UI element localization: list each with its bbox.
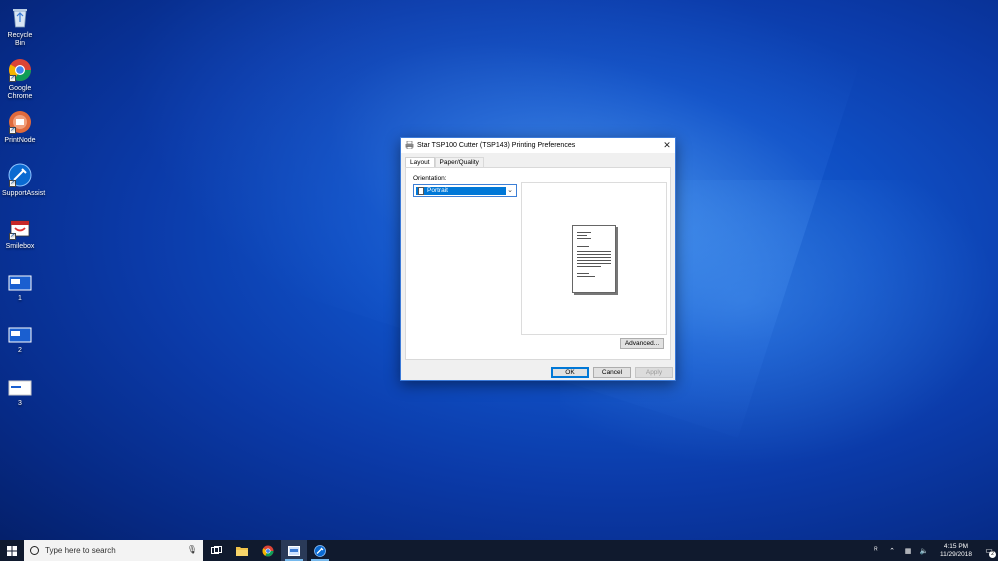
desktop-icon-label: Recycle Bin: [7, 32, 33, 47]
start-button[interactable]: [0, 540, 24, 561]
clock-time: 4:15 PM: [943, 542, 969, 550]
printer-icon: [405, 140, 414, 151]
shortcut-arrow-icon: ↗: [9, 233, 16, 240]
file-explorer-icon[interactable]: [229, 540, 255, 561]
page-preview-icon: [572, 225, 616, 293]
desktop-icon-label: Google Chrome: [7, 85, 33, 100]
orientation-label: Orientation:: [413, 175, 447, 182]
recycle-bin-icon: [8, 5, 32, 29]
desktop-icon-label: SupportAssist: [2, 190, 46, 197]
printing-preferences-dialog: Star TSP100 Cutter (TSP143) Printing Pre…: [400, 137, 676, 381]
desktop-icon-label: PrintNode: [4, 137, 36, 144]
chevron-up-icon[interactable]: ⌃: [884, 547, 900, 555]
cortana-circle-icon: [30, 546, 39, 555]
shortcut-arrow-icon: ↗: [9, 75, 16, 82]
chevron-down-icon[interactable]: ⌄: [505, 185, 515, 196]
task-view-icon[interactable]: [203, 540, 229, 561]
apply-button[interactable]: Apply: [635, 367, 673, 378]
close-icon[interactable]: ✕: [659, 140, 675, 151]
desktop-icon-supportassist[interactable]: ↗ SupportAssist: [2, 163, 46, 198]
portrait-page-icon: [418, 187, 424, 195]
desktop-icon-recycle-bin[interactable]: Recycle Bin: [2, 5, 38, 48]
dialog-title: Star TSP100 Cutter (TSP143) Printing Pre…: [417, 142, 576, 149]
taskbar-search-box[interactable]: Type here to search 🎙: [24, 540, 203, 561]
desktop-icon-label: 3: [18, 400, 22, 407]
dialog-titlebar[interactable]: Star TSP100 Cutter (TSP143) Printing Pre…: [401, 138, 675, 153]
desktop-icon-1[interactable]: 1: [2, 274, 38, 303]
supportassist-icon[interactable]: [307, 540, 333, 561]
supportassist-icon: ↗: [8, 163, 32, 187]
window-shortcut-icon: [8, 274, 32, 292]
action-center-icon[interactable]: ▭ 2: [980, 540, 998, 561]
printnode-icon: ↗: [8, 110, 32, 134]
network-icon[interactable]: ▦: [900, 547, 916, 555]
desktop-icon-label: 2: [18, 347, 22, 354]
desktop-icon-label: Smilebox: [5, 243, 35, 250]
ok-button[interactable]: OK: [551, 367, 589, 378]
windows-logo-icon: [7, 545, 17, 556]
orientation-value: Portrait: [427, 187, 448, 194]
desktop-icon-google-chrome[interactable]: ↗ Google Chrome: [2, 58, 38, 101]
desktop-icon-2[interactable]: 2: [2, 326, 38, 355]
system-tray: ᴿ ⌃ ▦ 🔈 4:15 PM 11/29/2018 ▭ 2: [868, 540, 998, 561]
shortcut-arrow-icon: ↗: [9, 180, 16, 187]
shortcut-arrow-icon: ↗: [9, 127, 16, 134]
clock-date: 11/29/2018: [939, 550, 973, 558]
orientation-selected-option: Portrait: [416, 187, 506, 195]
smilebox-icon: ↗: [8, 216, 32, 240]
microphone-icon[interactable]: 🎙: [187, 545, 197, 554]
printer-settings-icon[interactable]: [281, 540, 307, 561]
window-shortcut-icon: [8, 379, 32, 397]
people-icon[interactable]: ᴿ: [868, 547, 884, 554]
desktop-icon-3[interactable]: 3: [2, 379, 38, 408]
chrome-icon: ↗: [8, 58, 32, 82]
tab-paper-quality[interactable]: Paper/Quality: [434, 157, 484, 167]
layout-tab-panel: Orientation: Portrait ⌄ Advanced...: [405, 167, 671, 360]
desktop-icon-smilebox[interactable]: ↗ Smilebox: [2, 216, 38, 251]
window-shortcut-icon: [8, 326, 32, 344]
taskbar: Type here to search 🎙 ᴿ ⌃ ▦ 🔈 4:15 PM 11…: [0, 540, 998, 561]
desktop-icon-label: 1: [18, 295, 22, 302]
orientation-dropdown[interactable]: Portrait ⌄: [413, 184, 517, 197]
advanced-button[interactable]: Advanced...: [620, 338, 664, 349]
search-placeholder: Type here to search: [45, 546, 116, 555]
layout-preview: [521, 182, 667, 335]
chrome-icon[interactable]: [255, 540, 281, 561]
cancel-button[interactable]: Cancel: [593, 367, 631, 378]
taskbar-clock[interactable]: 4:15 PM 11/29/2018: [936, 543, 976, 559]
volume-icon[interactable]: 🔈: [916, 547, 932, 555]
desktop-icon-printnode[interactable]: ↗ PrintNode: [2, 110, 38, 145]
notification-count-badge: 2: [989, 551, 996, 558]
